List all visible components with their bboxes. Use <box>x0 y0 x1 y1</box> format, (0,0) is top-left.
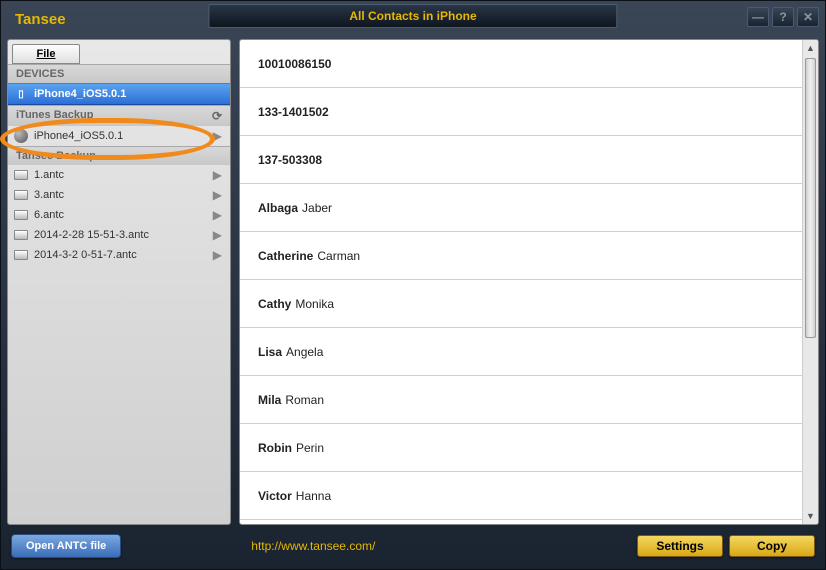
contact-first-name: Victor <box>258 489 292 503</box>
sidebar-item-label: 3.antc <box>34 189 213 201</box>
chevron-right-icon: ▶ <box>213 228 222 242</box>
sidebar: File DEVICES ▯ iPhone4_iOS5.0.1 iTunes Back… <box>7 39 231 525</box>
settings-button[interactable]: Settings <box>637 535 723 557</box>
backup-icon <box>14 129 28 143</box>
chevron-right-icon: ▶ <box>213 248 222 262</box>
statusbar: Open ANTC file http://www.tansee.com/ Se… <box>7 529 819 563</box>
refresh-icon[interactable]: ⟳ <box>212 109 222 123</box>
sidebar-section-header: Tansee Backup <box>8 146 230 165</box>
sidebar-item-label: 6.antc <box>34 209 213 221</box>
contact-last-name: Perin <box>296 441 324 455</box>
section-label: DEVICES <box>16 68 64 80</box>
open-antc-button[interactable]: Open ANTC file <box>11 534 121 558</box>
sidebar-item[interactable]: 6.antc▶ <box>8 205 230 225</box>
titlebar: Tansee All Contacts in iPhone — ? ✕ <box>1 1 825 37</box>
drive-icon <box>14 248 28 262</box>
content-area: 10010086150 133-1401502 137-503308 Albaga Ja… <box>239 39 819 525</box>
minimize-button[interactable]: — <box>747 7 769 27</box>
scroll-up-icon[interactable]: ▲ <box>803 40 818 56</box>
scroll-down-icon[interactable]: ▼ <box>803 508 818 524</box>
section-label: Tansee Backup <box>16 150 96 162</box>
titlebar-controls: — ? ✕ <box>747 7 819 27</box>
contact-first-name: Mila <box>258 393 281 407</box>
contact-row[interactable]: Victor Hanna <box>240 472 802 520</box>
contact-row[interactable]: 10010086150 <box>240 40 802 88</box>
sidebar-item[interactable]: 3.antc▶ <box>8 185 230 205</box>
contact-row[interactable]: Robin Perin <box>240 424 802 472</box>
sidebar-item[interactable]: iPhone4_iOS5.0.1▶ <box>8 126 230 146</box>
drive-icon <box>14 188 28 202</box>
contact-row[interactable]: Mila Roman <box>240 376 802 424</box>
contact-last-name: Carman <box>317 249 360 263</box>
drive-icon <box>14 228 28 242</box>
titlebar-title-pill: All Contacts in iPhone <box>208 4 617 28</box>
sidebar-item-label: 1.antc <box>34 169 213 181</box>
sidebar-item-label: 2014-3-2 0-51-7.antc <box>34 249 213 261</box>
contact-last-name: Hanna <box>296 489 331 503</box>
contact-last-name: Monika <box>295 297 334 311</box>
scrollbar-thumb[interactable] <box>805 58 816 338</box>
section-label: iTunes Backup <box>16 109 93 123</box>
contact-row[interactable]: 137-503308 <box>240 136 802 184</box>
contact-last-name: Angela <box>286 345 323 359</box>
main-area: File DEVICES ▯ iPhone4_iOS5.0.1 iTunes Back… <box>7 39 819 525</box>
contact-row[interactable]: Catherine Carman <box>240 232 802 280</box>
contact-row[interactable]: Cathy Monika <box>240 280 802 328</box>
chevron-right-icon: ▶ <box>213 129 222 143</box>
contact-first-name: Lisa <box>258 345 282 359</box>
chevron-right-icon: ▶ <box>213 168 222 182</box>
contact-list: 10010086150 133-1401502 137-503308 Albaga Ja… <box>240 40 802 524</box>
contact-first-name: Robin <box>258 441 292 455</box>
contact-first-name: 137-503308 <box>258 153 322 167</box>
scrollbar[interactable]: ▲ ▼ <box>802 40 818 524</box>
help-button[interactable]: ? <box>772 7 794 27</box>
sidebar-item-label: iPhone4_iOS5.0.1 <box>34 88 222 100</box>
phone-icon: ▯ <box>14 87 28 101</box>
contact-row[interactable]: Albaga Jaber <box>240 184 802 232</box>
contact-last-name: Jaber <box>302 201 332 215</box>
chevron-right-icon: ▶ <box>213 208 222 222</box>
sidebar-item-label: iPhone4_iOS5.0.1 <box>34 130 213 142</box>
sidebar-section-header: DEVICES <box>8 64 230 83</box>
contact-row[interactable]: Lisa Angela <box>240 328 802 376</box>
sidebar-section-header: iTunes Backup ⟳ <box>8 105 230 126</box>
contact-first-name: 133-1401502 <box>258 105 329 119</box>
close-button[interactable]: ✕ <box>797 7 819 27</box>
app-name: Tansee <box>15 11 66 28</box>
sidebar-item[interactable]: ▯ iPhone4_iOS5.0.1 <box>8 83 230 105</box>
copy-button[interactable]: Copy <box>729 535 815 557</box>
contact-first-name: Cathy <box>258 297 291 311</box>
chevron-right-icon: ▶ <box>213 188 222 202</box>
url-link[interactable]: http://www.tansee.com/ <box>251 539 375 553</box>
drive-icon <box>14 168 28 182</box>
file-menu[interactable]: File <box>12 44 80 64</box>
drive-icon <box>14 208 28 222</box>
sidebar-item[interactable]: 2014-3-2 0-51-7.antc▶ <box>8 245 230 265</box>
sidebar-item-label: 2014-2-28 15-51-3.antc <box>34 229 213 241</box>
contact-last-name: Roman <box>285 393 324 407</box>
sidebar-item[interactable]: 2014-2-28 15-51-3.antc▶ <box>8 225 230 245</box>
sidebar-item[interactable]: 1.antc▶ <box>8 165 230 185</box>
window-title: All Contacts in iPhone <box>349 9 476 23</box>
contact-row[interactable]: 133-1401502 <box>240 88 802 136</box>
contact-first-name: 10010086150 <box>258 57 331 71</box>
app-window: Tansee All Contacts in iPhone — ? ✕ File… <box>0 0 826 570</box>
contact-first-name: Albaga <box>258 201 298 215</box>
contact-first-name: Catherine <box>258 249 313 263</box>
